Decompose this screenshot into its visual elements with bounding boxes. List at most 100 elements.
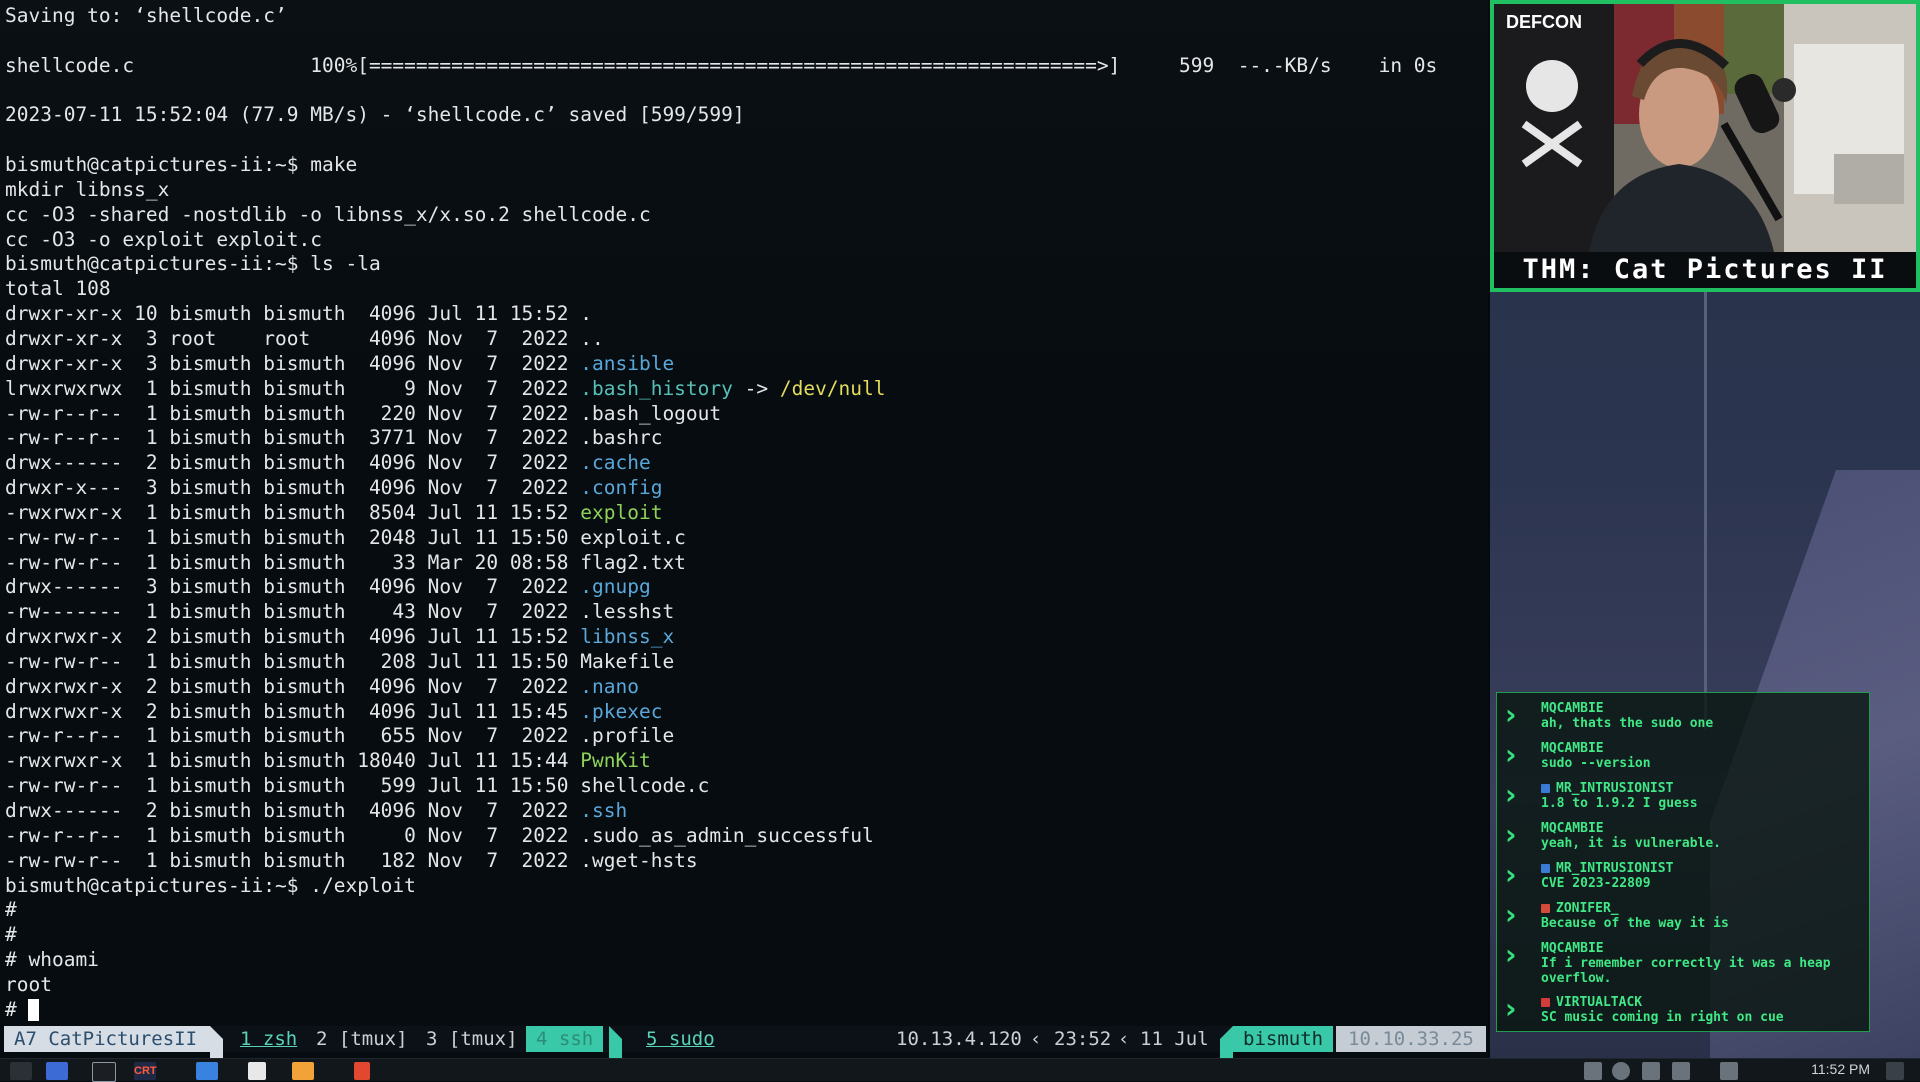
terminal-line: -rw-rw-r-- 1 bismuth bismuth 33 Mar 20 0… (5, 551, 1437, 576)
session-arrow-icon (210, 1026, 223, 1058)
terminal-text: drwx------ 3 bismuth bismuth 4096 Nov 7 … (5, 575, 581, 599)
terminal-text: -rw-r--r-- 1 bismuth bismuth 3771 Nov 7 … (5, 426, 663, 450)
tmux-session-name: A7 CatPicturesII (4, 1026, 210, 1052)
terminal-text: drwxrwxr-x 2 bismuth bismuth 4096 Jul 11… (5, 699, 581, 723)
terminal-text: -rw------- 1 bismuth bismuth 43 Nov 7 20… (5, 600, 675, 624)
tmux-window-2[interactable]: 2 [tmux] (316, 1026, 408, 1052)
terminal-text: bismuth@catpictures-ii:~$ ./exploit (5, 873, 416, 897)
terminal-line: -rwxrwxr-x 1 bismuth bismuth 8504 Jul 11… (5, 501, 1437, 526)
terminal-line: # (5, 923, 1437, 948)
workspace-icon[interactable] (46, 1062, 68, 1080)
terminal-text: 2023-07-11 15:52:04 (77.9 MB/s) - ‘shell… (5, 103, 745, 127)
terminal-app-icon[interactable] (92, 1062, 116, 1082)
terminal-cursor[interactable] (28, 999, 40, 1022)
chat-author-name: MQCAMBIE (1541, 701, 1604, 716)
status-time: 23:52 (1054, 1028, 1112, 1050)
text-editor-icon[interactable] (248, 1062, 266, 1080)
tray-volume-icon[interactable] (1672, 1062, 1690, 1080)
tray-display-icon[interactable] (1720, 1062, 1738, 1080)
clock[interactable]: 11:52 PM (1811, 1061, 1870, 1077)
terminal-line: drwxr-xr-x 3 root root 4096 Nov 7 2022 .… (5, 327, 1437, 352)
terminal-line: drwx------ 2 bismuth bismuth 4096 Nov 7 … (5, 451, 1437, 476)
user-badge-icon (1541, 904, 1550, 913)
chat-author-name: MQCAMBIE (1541, 741, 1604, 756)
app-icon[interactable] (354, 1062, 370, 1080)
terminal-line: -rw-r--r-- 1 bismuth bismuth 0 Nov 7 202… (5, 824, 1437, 849)
tray-network-icon[interactable] (1584, 1062, 1602, 1080)
chat-text: SC music coming in right on cue (1541, 1010, 1784, 1025)
active-window-arrow-icon (609, 1026, 622, 1058)
chevron-right-icon: › (1505, 778, 1517, 811)
tray-app-icon[interactable] (1642, 1062, 1660, 1080)
terminal-text: lrwxrwxrwx 1 bismuth bismuth 9 Nov 7 202… (5, 376, 581, 400)
terminal-line: bismuth@catpictures-ii:~$ ls -la (5, 252, 1437, 277)
terminal-exe-text: PwnKit (580, 749, 651, 773)
status-date: 11 Jul (1140, 1028, 1209, 1050)
terminal-text: cc -O3 -shared -nostdlib -o libnss_x/x.s… (5, 202, 651, 226)
terminal-line: drwxrwxr-x 2 bismuth bismuth 4096 Jul 11… (5, 700, 1437, 725)
terminal-text: -rw-r--r-- 1 bismuth bismuth 655 Nov 7 2… (5, 724, 675, 748)
system-menu-icon[interactable] (10, 1062, 32, 1080)
terminal-line: mkdir libnss_x (5, 178, 1437, 203)
terminal-line: -rw-rw-r-- 1 bismuth bismuth 2048 Jul 11… (5, 526, 1437, 551)
chevron-left-icon: ‹ (1118, 1028, 1130, 1050)
terminal-line: -rw-rw-r-- 1 bismuth bismuth 599 Jul 11 … (5, 774, 1437, 799)
show-desktop-icon[interactable] (1886, 1062, 1904, 1080)
terminal-text: # whoami (5, 948, 99, 972)
terminal-line: shellcode.c 100%[=======================… (5, 54, 1437, 79)
terminal-dir-text: .pkexec (580, 699, 663, 723)
chat-author-name: ZONIFER_ (1556, 901, 1619, 916)
terminal-line: Saving to: ‘shellcode.c’ (5, 4, 1437, 29)
terminal-line: -rw-r--r-- 1 bismuth bismuth 3771 Nov 7 … (5, 426, 1437, 451)
tray-status-icon[interactable] (1612, 1062, 1630, 1080)
chat-text: If i remember correctly it was a heap ov… (1541, 956, 1831, 986)
terminal-line: total 108 (5, 277, 1437, 302)
terminal-text: Saving to: ‘shellcode.c’ (5, 4, 287, 27)
terminal-dir-text: libnss_x (580, 625, 675, 649)
chat-text: yeah, it is vulnerable. (1541, 836, 1722, 851)
file-manager-icon[interactable] (196, 1062, 218, 1080)
chat-text: CVE 2023-22809 (1541, 876, 1651, 891)
terminal-text: drwxr-xr-x 3 bismuth bismuth 4096 Nov 7 … (5, 351, 581, 375)
terminal-line: drwxr-xr-x 3 bismuth bismuth 4096 Nov 7 … (5, 352, 1437, 377)
terminal-text: -rw-rw-r-- 1 bismuth bismuth 33 Mar 20 0… (5, 550, 686, 574)
chat-text: 1.8 to 1.9.2 I guess (1541, 796, 1698, 811)
tmux-window-1[interactable]: 1 zsh (240, 1026, 297, 1052)
terminal-dir-text: .ansible (580, 351, 675, 375)
chat-author: MQCAMBIE (1541, 701, 1604, 716)
terminal-text: drwxr-xr-x 3 root root 4096 Nov 7 2022 .… (5, 326, 604, 350)
terminal-text: cc -O3 -o exploit exploit.c (5, 227, 322, 251)
terminal-text: total 108 (5, 277, 111, 301)
background-pole (1704, 290, 1707, 730)
tmux-window-5[interactable]: 5 sudo (646, 1026, 715, 1052)
crt-app-icon[interactable]: CRT (134, 1062, 157, 1080)
tmux-status-bar: A7 CatPicturesII 1 zsh 2 [tmux] 3 [tmux]… (4, 1026, 1486, 1058)
terminal-text: # (5, 997, 29, 1021)
terminal-text: bismuth@catpictures-ii:~$ ls -la (5, 252, 381, 276)
chat-author: MR_INTRUSIONIST (1541, 861, 1673, 876)
user-badge-icon (1541, 998, 1550, 1007)
tmux-window-4-active[interactable]: 4 ssh (526, 1026, 604, 1052)
webcam-frame: DEFCON THM: Cat Pictures II (1490, 0, 1920, 292)
terminal-text: # (5, 923, 17, 947)
terminal-line: # (5, 998, 1437, 1023)
terminal-line: drwxr-x--- 3 bismuth bismuth 4096 Nov 7 … (5, 476, 1437, 501)
browser-icon[interactable] (292, 1062, 314, 1080)
terminal-text: -> (732, 376, 780, 400)
chat-author-name: MQCAMBIE (1541, 821, 1604, 836)
terminal-text: -rwxrwxr-x 1 bismuth bismuth 18040 Jul 1… (5, 749, 581, 773)
terminal-target-text: /dev/null (779, 376, 886, 400)
defcon-flag-text: DEFCON (1506, 12, 1582, 32)
terminal-window[interactable]: Saving to: ‘shellcode.c’ shellcode.c 100%… (0, 0, 1488, 1058)
terminal-dir-text: .cache (580, 451, 651, 475)
terminal-line: -rw-rw-r-- 1 bismuth bismuth 208 Jul 11 … (5, 650, 1437, 675)
tmux-window-3[interactable]: 3 [tmux] (426, 1026, 518, 1052)
terminal-line: cc -O3 -o exploit exploit.c (5, 228, 1437, 253)
terminal-line: drwx------ 3 bismuth bismuth 4096 Nov 7 … (5, 575, 1437, 600)
terminal-line: -rw-rw-r-- 1 bismuth bismuth 182 Nov 7 2… (5, 849, 1437, 874)
terminal-line: lrwxrwxrwx 1 bismuth bismuth 9 Nov 7 202… (5, 377, 1437, 402)
chat-author-name: MR_INTRUSIONIST (1556, 781, 1674, 796)
terminal-text: drwxrwxr-x 2 bismuth bismuth 4096 Nov 7 … (5, 674, 581, 698)
